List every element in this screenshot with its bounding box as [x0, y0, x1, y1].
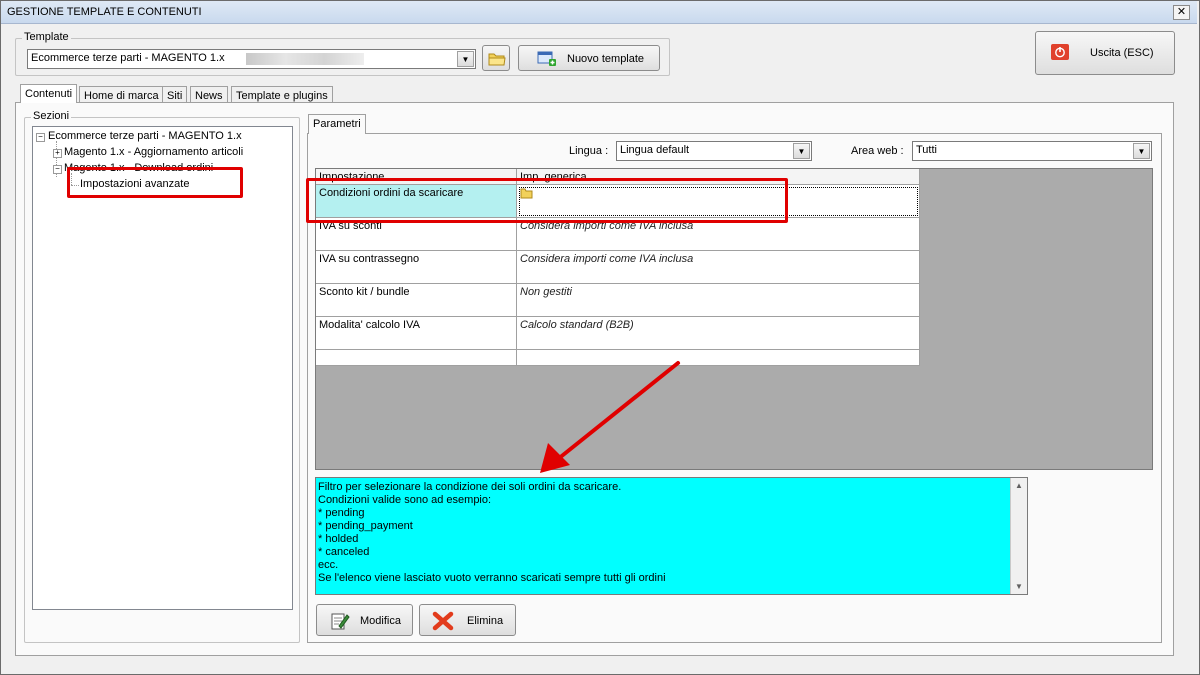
area-web-select-value: Tutti [916, 144, 937, 156]
row-value: Considera importi come IVA inclusa [520, 253, 694, 265]
power-icon [1051, 44, 1069, 60]
tree-item-aggiornamento[interactable]: Magento 1.x - Aggiornamento articoli [64, 146, 243, 158]
collapse-icon[interactable]: − [36, 133, 45, 142]
description-line: ecc. [318, 559, 339, 571]
exit-button[interactable]: Uscita (ESC) [1035, 31, 1175, 75]
row-label: IVA su contrassegno [319, 253, 420, 265]
tab-label: Contenuti [25, 88, 73, 100]
highlight-box-tree [67, 167, 243, 198]
new-window-icon [537, 51, 556, 66]
row-value: Non gestiti [520, 286, 572, 298]
tab-label: Home di marca [84, 90, 159, 102]
description-line: Condizioni valide sono ad esempio: [318, 494, 492, 506]
table-row-value[interactable]: Non gestiti [517, 284, 920, 317]
expand-icon[interactable]: + [53, 149, 62, 158]
edit-label: Modifica [360, 615, 401, 627]
chevron-down-icon[interactable]: ▼ [457, 51, 474, 67]
highlight-box-row [306, 178, 788, 223]
tab-label: News [195, 90, 223, 102]
edit-icon [331, 613, 350, 630]
description-line: * pending_payment [318, 520, 413, 532]
close-icon: ✕ [1176, 6, 1187, 18]
chevron-down-icon[interactable]: ▼ [1133, 143, 1150, 159]
description-scrollbar[interactable]: ▲ ▼ [1010, 478, 1027, 594]
description-line: Filtro per selezionare la condizione dei… [318, 481, 622, 493]
table-row-empty[interactable] [316, 350, 517, 366]
exit-label: Uscita (ESC) [1090, 47, 1154, 59]
blurred-text [246, 53, 364, 65]
lingua-select[interactable]: Lingua default ▼ [616, 141, 812, 161]
template-select-value: Ecommerce terze parti - MAGENTO 1.x [31, 52, 225, 64]
window-title: GESTIONE TEMPLATE E CONTENUTI [7, 6, 202, 18]
lingua-label: Lingua : [569, 145, 609, 157]
table-row-value[interactable]: Calcolo standard (B2B) [517, 317, 920, 350]
annotation-arrow [540, 361, 680, 473]
description-line: Se l'elenco viene lasciato vuoto verrann… [318, 572, 666, 584]
table-row-value[interactable]: Considera importi come IVA inclusa [517, 251, 920, 284]
description-box[interactable]: Filtro per selezionare la condizione dei… [315, 477, 1028, 595]
table-row-name[interactable]: Sconto kit / bundle [316, 284, 517, 317]
scroll-up-icon[interactable]: ▲ [1015, 481, 1023, 490]
open-folder-button[interactable] [482, 45, 510, 71]
area-web-label: Area web : [851, 145, 904, 157]
row-label: Modalita' calcolo IVA [319, 319, 420, 331]
tab-label: Parametri [313, 118, 361, 130]
tab-template-e-plugins[interactable]: Template e plugins [231, 86, 333, 103]
tree-item-root[interactable]: Ecommerce terze parti - MAGENTO 1.x [48, 130, 242, 142]
table-row-name[interactable]: IVA su contrassegno [316, 251, 517, 284]
collapse-icon[interactable]: − [53, 165, 62, 174]
table-row-name[interactable]: Modalita' calcolo IVA [316, 317, 517, 350]
new-template-label: Nuovo template [567, 53, 645, 65]
template-select[interactable]: Ecommerce terze parti - MAGENTO 1.x ▼ [27, 49, 476, 69]
new-template-button[interactable]: Nuovo template [518, 45, 660, 71]
sections-tree[interactable]: − Ecommerce terze parti - MAGENTO 1.x + … [32, 126, 293, 610]
description-line: * canceled [318, 546, 370, 558]
tab-contenuti[interactable]: Contenuti [20, 84, 78, 103]
lingua-select-value: Lingua default [620, 144, 690, 156]
delete-label: Elimina [467, 615, 504, 627]
close-window-button[interactable]: ✕ [1173, 5, 1190, 20]
scroll-down-icon[interactable]: ▼ [1015, 582, 1023, 591]
sections-legend: Sezioni [31, 110, 72, 122]
area-web-select[interactable]: Tutti ▼ [912, 141, 1152, 161]
tab-siti[interactable]: Siti [162, 86, 188, 103]
tab-parametri[interactable]: Parametri [308, 114, 366, 134]
delete-icon [432, 611, 454, 631]
description-line: * pending [318, 507, 365, 519]
tab-news[interactable]: News [190, 86, 228, 103]
folder-icon [488, 53, 506, 66]
row-value: Calcolo standard (B2B) [520, 319, 634, 331]
description-line: * holded [318, 533, 359, 545]
row-label: Sconto kit / bundle [319, 286, 410, 298]
tab-label: Siti [167, 90, 183, 102]
title-bar: GESTIONE TEMPLATE E CONTENUTI ✕ [1, 1, 1197, 24]
template-group-legend: Template [22, 31, 71, 43]
tab-home-di-marca[interactable]: Home di marca [79, 86, 164, 103]
edit-button[interactable]: Modifica [316, 604, 413, 636]
chevron-down-icon[interactable]: ▼ [793, 143, 810, 159]
delete-button[interactable]: Elimina [419, 604, 516, 636]
tab-label: Template e plugins [236, 90, 328, 102]
